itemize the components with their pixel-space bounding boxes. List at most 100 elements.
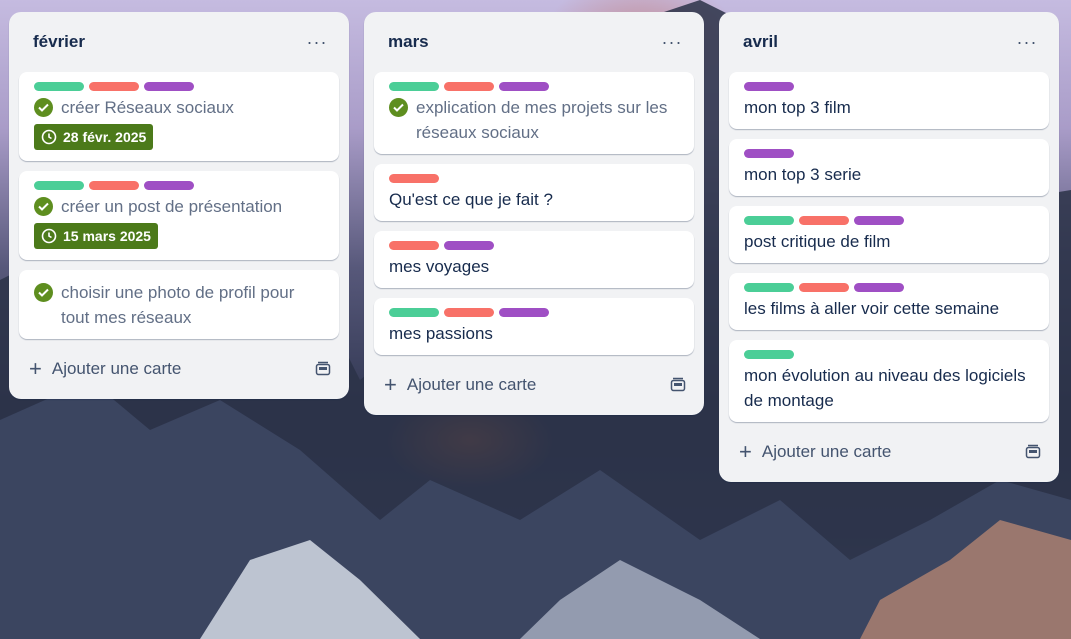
card-labels (744, 216, 1034, 225)
card-labels (744, 149, 1034, 158)
list-header: février ··· (19, 12, 339, 72)
due-date-badge[interactable]: 15 mars 2025 (34, 223, 158, 249)
add-card-row: + Ajouter une carte (19, 349, 339, 389)
check-circle-icon[interactable] (34, 283, 53, 302)
label-green[interactable] (34, 82, 84, 91)
label-purple[interactable] (444, 241, 494, 250)
card-labels (34, 82, 324, 91)
label-purple[interactable] (854, 216, 904, 225)
label-green[interactable] (744, 283, 794, 292)
card[interactable]: mes passions (374, 298, 694, 355)
card-title: post critique de film (744, 232, 891, 251)
card-list: mon top 3 film mon top 3 serie post critiq… (729, 72, 1049, 422)
card[interactable]: mon évolution au niveau des logiciels de… (729, 340, 1049, 422)
clock-icon (41, 228, 57, 244)
card-template-icon[interactable] (670, 377, 686, 393)
label-purple[interactable] (144, 82, 194, 91)
label-green[interactable] (744, 216, 794, 225)
card[interactable]: post critique de film (729, 206, 1049, 263)
card-title: choisir une photo de profil pour tout me… (61, 283, 295, 327)
plus-icon: + (384, 372, 397, 397)
card[interactable]: choisir une photo de profil pour tout me… (19, 270, 339, 339)
label-red[interactable] (799, 283, 849, 292)
card-title-row: choisir une photo de profil pour tout me… (34, 280, 324, 330)
card-labels (744, 350, 1034, 359)
card[interactable]: mon top 3 film (729, 72, 1049, 129)
add-card-row: + Ajouter une carte (374, 365, 694, 405)
clock-icon (41, 129, 57, 145)
card-list: créer Réseaux sociaux 28 févr. 2025 créer … (19, 72, 339, 339)
card[interactable]: Qu'est ce que je fait ? (374, 164, 694, 221)
check-circle-icon[interactable] (34, 197, 53, 216)
label-green[interactable] (389, 82, 439, 91)
list-avril: avril ··· mon top 3 film mon top 3 serie p… (719, 12, 1059, 482)
list-title[interactable]: février (33, 32, 85, 52)
add-card-button[interactable]: + Ajouter une carte (739, 439, 892, 464)
card[interactable]: créer Réseaux sociaux 28 févr. 2025 (19, 72, 339, 161)
list-fevrier: février ··· créer Réseaux sociaux 28 févr… (9, 12, 349, 399)
label-red[interactable] (389, 174, 439, 183)
label-purple[interactable] (744, 149, 794, 158)
card[interactable]: créer un post de présentation 15 mars 202… (19, 171, 339, 260)
add-card-label: Ajouter une carte (51, 359, 182, 378)
card-title: créer Réseaux sociaux (61, 98, 234, 117)
card[interactable]: mes voyages (374, 231, 694, 288)
card-title: mon évolution au niveau des logiciels de… (744, 366, 1026, 410)
label-red[interactable] (444, 82, 494, 91)
card-title: les films à aller voir cette semaine (744, 299, 1000, 318)
list-header: avril ··· (729, 12, 1049, 72)
label-green[interactable] (744, 350, 794, 359)
check-circle-icon[interactable] (34, 98, 53, 117)
due-date-text: 28 févr. 2025 (63, 129, 147, 145)
check-circle-icon[interactable] (389, 98, 408, 117)
card-title: mes voyages (389, 257, 490, 276)
card[interactable]: mon top 3 serie (729, 139, 1049, 196)
label-red[interactable] (799, 216, 849, 225)
card-title: mon top 3 film (744, 98, 851, 117)
card-labels (389, 241, 679, 250)
label-red[interactable] (389, 241, 439, 250)
label-red[interactable] (89, 181, 139, 190)
label-red[interactable] (444, 308, 494, 317)
ellipsis-icon[interactable]: ··· (1011, 32, 1043, 53)
card-labels (389, 174, 679, 183)
card-labels (389, 82, 679, 91)
label-purple[interactable] (144, 181, 194, 190)
label-green[interactable] (34, 181, 84, 190)
add-card-button[interactable]: + Ajouter une carte (384, 372, 537, 397)
card[interactable]: explication de mes projets sur les résea… (374, 72, 694, 154)
card-labels (389, 308, 679, 317)
label-purple[interactable] (744, 82, 794, 91)
label-purple[interactable] (499, 82, 549, 91)
card-title-row: créer Réseaux sociaux (34, 95, 324, 120)
card-template-icon[interactable] (1025, 444, 1041, 460)
label-red[interactable] (89, 82, 139, 91)
card-labels (744, 283, 1034, 292)
card-title: créer un post de présentation (61, 197, 283, 216)
card-title-row: explication de mes projets sur les résea… (389, 95, 679, 145)
list-title[interactable]: mars (388, 32, 429, 52)
add-card-label: Ajouter une carte (761, 442, 892, 461)
card-title: explication de mes projets sur les résea… (416, 98, 668, 142)
card[interactable]: les films à aller voir cette semaine (729, 273, 1049, 330)
card-labels (34, 181, 324, 190)
card-template-icon[interactable] (315, 361, 331, 377)
add-card-row: + Ajouter une carte (729, 432, 1049, 472)
card-title: Qu'est ce que je fait ? (389, 190, 553, 209)
plus-icon: + (739, 439, 752, 464)
label-green[interactable] (389, 308, 439, 317)
ellipsis-icon[interactable]: ··· (301, 32, 333, 53)
card-title: mon top 3 serie (744, 165, 862, 184)
due-date-text: 15 mars 2025 (63, 228, 151, 244)
due-date-badge[interactable]: 28 févr. 2025 (34, 124, 154, 150)
label-purple[interactable] (499, 308, 549, 317)
list-header: mars ··· (374, 12, 694, 72)
card-title: mes passions (389, 324, 493, 343)
list-title[interactable]: avril (743, 32, 778, 52)
add-card-button[interactable]: + Ajouter une carte (29, 356, 182, 381)
label-purple[interactable] (854, 283, 904, 292)
ellipsis-icon[interactable]: ··· (656, 32, 688, 53)
add-card-label: Ajouter une carte (406, 375, 537, 394)
card-labels (744, 82, 1034, 91)
plus-icon: + (29, 356, 42, 381)
